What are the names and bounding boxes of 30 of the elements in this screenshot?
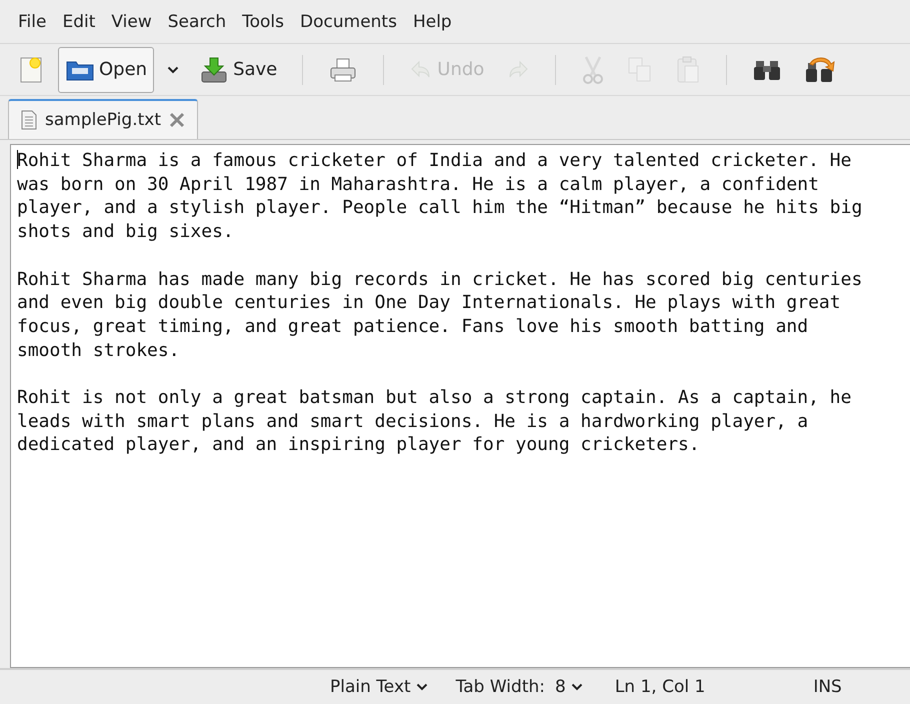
scissors-icon bbox=[581, 54, 606, 84]
chevron-icon bbox=[167, 66, 180, 74]
clipboard-icon bbox=[675, 54, 702, 84]
menu-item[interactable]: View bbox=[103, 12, 160, 32]
chevron-icon bbox=[570, 683, 583, 691]
chevron-icon bbox=[416, 683, 428, 691]
text-editor[interactable] bbox=[10, 144, 910, 668]
save-icon bbox=[199, 56, 230, 84]
find-replace-icon bbox=[804, 56, 836, 84]
printer-icon bbox=[328, 56, 358, 84]
language-selector[interactable]: Plain Text bbox=[330, 677, 428, 697]
menu-item[interactable]: Tools bbox=[234, 12, 292, 32]
insert-mode: INS bbox=[813, 677, 842, 697]
new-document-icon bbox=[19, 56, 43, 84]
paragraph: Rohit is not only a great batsman but also a strong captain. As a captain, he leads with smart plans and smart decisions. He is a hardworking player, a dedicated player, and an inspiring player for young cricketers. bbox=[17, 386, 852, 458]
menu-item[interactable]: Help bbox=[404, 12, 460, 32]
menu-item[interactable]: Edit bbox=[54, 12, 104, 32]
tab-width-label: Tab Width: bbox=[456, 677, 545, 697]
menu-item[interactable]: Documents bbox=[292, 12, 405, 32]
toolbar-button[interactable]: Open bbox=[58, 46, 154, 92]
paragraph: Rohit Sharma has made many big records in cricket. He has scored big centuries and even big double centuries in One Day Internationals. He plays with great focus, great timing, and great patience. Fans love his smooth batting and smooth strokes. bbox=[17, 268, 864, 362]
tab-width-selector[interactable]: 8 bbox=[555, 677, 583, 697]
cursor-position: Ln 1, Col 1 bbox=[614, 677, 706, 697]
text-file-icon bbox=[21, 110, 37, 130]
menu-item[interactable]: File bbox=[10, 12, 54, 32]
close-icon[interactable] bbox=[169, 112, 185, 128]
document-tab[interactable]: samplePig.txt bbox=[8, 99, 198, 139]
paragraph: Rohit Sharma is a famous cricketer of India and a very talented cricketer. He was born on 30 April 1987 in Maharashtra. He is a calm player, a confident player, and a stylish player. People call him the “Hitman” because he hits big shots and big sixes. bbox=[17, 149, 864, 244]
menu-item[interactable]: Search bbox=[160, 12, 234, 32]
toolbar-button[interactable]: Save bbox=[192, 46, 284, 92]
